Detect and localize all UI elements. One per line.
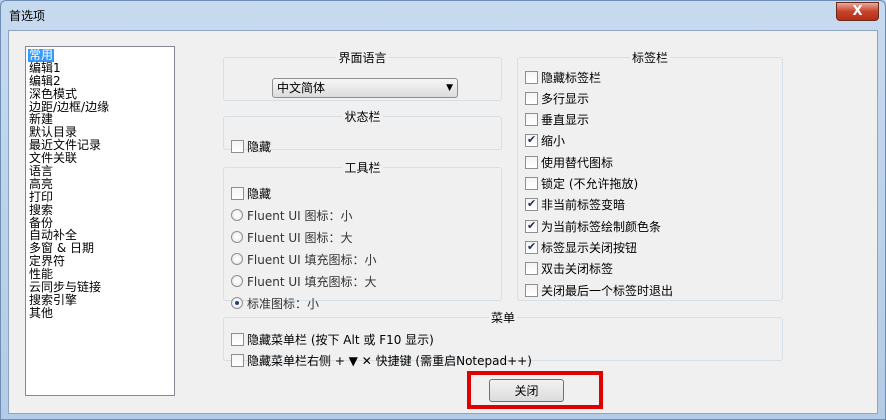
- toolbar-icon-radio[interactable]: Fluent UI 填充图标：大: [231, 272, 377, 290]
- tabbar-option-checkbox-label: 锁定 (不允许拖放): [541, 177, 639, 191]
- window-close-button[interactable]: X: [836, 2, 879, 21]
- statusbar-hide-checkbox[interactable]: 隐藏: [231, 137, 271, 155]
- category-item[interactable]: 高亮: [28, 177, 172, 191]
- category-item[interactable]: 其他: [28, 306, 172, 320]
- dropdown-arrow-icon: ▼: [446, 83, 453, 93]
- menu-option-checkbox-label: 隐藏菜单栏 (按下 Alt 或 F10 显示): [247, 332, 434, 347]
- checkbox-icon: [231, 139, 244, 153]
- category-item[interactable]: 搜索: [28, 203, 172, 217]
- preferences-window: 首选项 X 常用 编辑1 编辑2 深色模式 边距/边框/边缘 新建 默认目录 最近文件记录 文件…: [0, 0, 886, 420]
- menu-option-checkbox-label: 隐藏菜单栏右侧 + ▼ ✕ 快捷键 (需重启Notepad++): [247, 353, 532, 368]
- category-item[interactable]: 编辑1: [28, 61, 172, 75]
- toolbar-icon-radio[interactable]: Fluent UI 图标：大: [231, 228, 353, 246]
- language-group-title: 界面语言: [338, 51, 387, 65]
- checkbox-icon: [525, 262, 538, 276]
- window-title: 首选项: [9, 9, 46, 23]
- checkbox-icon: [525, 240, 538, 254]
- language-select-value: 中文简体: [277, 81, 326, 95]
- checkbox-icon: [525, 283, 538, 297]
- toolbar-icon-radio-label: Fluent UI 填充图标：小: [247, 252, 377, 267]
- tabbar-option-checkbox-label: 双击关闭标签: [541, 262, 614, 277]
- tabbar-option-checkbox[interactable]: 多行显示: [525, 89, 589, 107]
- checkbox-icon: [525, 155, 538, 169]
- tabbar-option-checkbox-label: 隐藏标签栏: [541, 70, 602, 85]
- title-bar[interactable]: 首选项 X: [1, 1, 885, 29]
- checkbox-icon: [525, 70, 538, 84]
- tabbar-option-checkbox[interactable]: 缩小: [525, 132, 565, 150]
- tabbar-option-checkbox-label: 垂直显示: [541, 113, 590, 128]
- tabbar-option-checkbox[interactable]: 垂直显示: [525, 111, 589, 129]
- checkbox-icon: [525, 133, 538, 148]
- tabbar-option-checkbox[interactable]: 使用替代图标: [525, 153, 613, 171]
- radio-icon: [231, 253, 243, 265]
- category-item[interactable]: 搜索引擎: [28, 293, 172, 307]
- tabbar-option-checkbox[interactable]: 标签显示关闭按钮: [525, 238, 637, 256]
- category-item[interactable]: 打印: [28, 190, 172, 204]
- category-item[interactable]: 语言: [28, 165, 172, 178]
- statusbar-group-title: 状态栏: [344, 110, 381, 124]
- language-group: 界面语言 中文简体 ▼: [223, 49, 502, 101]
- radio-icon: [231, 231, 243, 243]
- checkbox-icon: [525, 197, 538, 212]
- category-item[interactable]: 编辑2: [28, 74, 172, 88]
- checkbox-icon: [525, 91, 538, 105]
- checkbox-icon: [525, 113, 538, 127]
- tabbar-group-title: 标签栏: [631, 51, 668, 65]
- toolbar-icon-radio[interactable]: Fluent UI 填充图标：小: [231, 250, 377, 268]
- tabbar-option-checkbox-label: 关闭最后一个标签时退出: [541, 283, 674, 298]
- tabbar-option-checkbox-label: 多行显示: [541, 91, 590, 106]
- category-item[interactable]: 深色模式: [28, 87, 172, 101]
- close-button[interactable]: 关闭: [489, 379, 564, 402]
- menu-group: 菜单 隐藏菜单栏 (按下 Alt 或 F10 显示) 隐藏菜单栏右侧 + ▼ ✕ …: [223, 309, 783, 368]
- toolbar-group: 工具栏 隐藏 Fluent UI 图标：小 Fluent UI 图标：大 Fluen…: [223, 159, 502, 311]
- category-item[interactable]: 常用: [28, 49, 54, 62]
- radio-icon: [231, 275, 243, 287]
- tabbar-option-checkbox-label: 非当前标签变暗: [541, 198, 626, 213]
- checkbox-icon: [525, 219, 538, 233]
- menu-option-checkbox[interactable]: 隐藏菜单栏 (按下 Alt 或 F10 显示): [231, 330, 434, 348]
- tabbar-option-checkbox[interactable]: 关闭最后一个标签时退出: [525, 281, 673, 299]
- category-item[interactable]: 云同步与链接: [28, 281, 172, 294]
- radio-icon: [231, 209, 243, 221]
- preferences-body: 常用 编辑1 编辑2 深色模式 边距/边框/边缘 新建 默认目录 最近文件记录 文件关联 语言 高亮…: [8, 30, 878, 414]
- tabbar-option-checkbox[interactable]: 锁定 (不允许拖放): [525, 175, 638, 193]
- toolbar-hide-label: 隐藏: [247, 186, 272, 201]
- statusbar-group: 状态栏 隐藏: [223, 108, 502, 154]
- statusbar-hide-label: 隐藏: [247, 139, 272, 154]
- menu-group-title: 菜单: [490, 311, 515, 325]
- toolbar-hide-checkbox[interactable]: 隐藏: [231, 184, 271, 202]
- tabbar-option-checkbox[interactable]: 为当前标签绘制颜色条: [525, 217, 661, 235]
- category-list[interactable]: 常用 编辑1 编辑2 深色模式 边距/边框/边缘 新建 默认目录 最近文件记录 文件关联 语言 高亮…: [25, 46, 175, 396]
- close-icon: X: [852, 4, 863, 19]
- toolbar-icon-radio[interactable]: Fluent UI 图标：小: [231, 206, 353, 224]
- checkbox-icon: [231, 353, 244, 367]
- toolbar-icon-radio-label: Fluent UI 图标：小: [247, 208, 353, 223]
- tabbar-option-checkbox-label: 为当前标签绘制颜色条: [541, 219, 662, 234]
- toolbar-icon-radio-label: Fluent UI 图标：大: [247, 230, 353, 245]
- checkbox-icon: [231, 332, 244, 346]
- checkbox-icon: [231, 186, 244, 200]
- tabbar-group: 标签栏 隐藏标签栏多行显示垂直显示缩小使用替代图标锁定 (不允许拖放) 非当前标签…: [517, 49, 783, 301]
- tabbar-option-checkbox-label: 标签显示关闭按钮: [541, 240, 638, 255]
- tabbar-option-checkbox-label: 缩小: [541, 134, 566, 149]
- toolbar-icon-radio-label: Fluent UI 填充图标：大: [247, 274, 377, 289]
- checkbox-icon: [525, 177, 538, 190]
- radio-icon: [231, 297, 243, 309]
- toolbar-group-title: 工具栏: [344, 161, 381, 175]
- tabbar-option-checkbox[interactable]: 非当前标签变暗: [525, 196, 625, 214]
- tabbar-option-checkbox-label: 使用替代图标: [541, 155, 614, 170]
- menu-option-checkbox[interactable]: 隐藏菜单栏右侧 + ▼ ✕ 快捷键 (需重启Notepad++): [231, 351, 532, 369]
- tabbar-option-checkbox[interactable]: 双击关闭标签: [525, 260, 613, 278]
- tabbar-option-checkbox[interactable]: 隐藏标签栏: [525, 68, 601, 86]
- language-select[interactable]: 中文简体 ▼: [272, 78, 458, 98]
